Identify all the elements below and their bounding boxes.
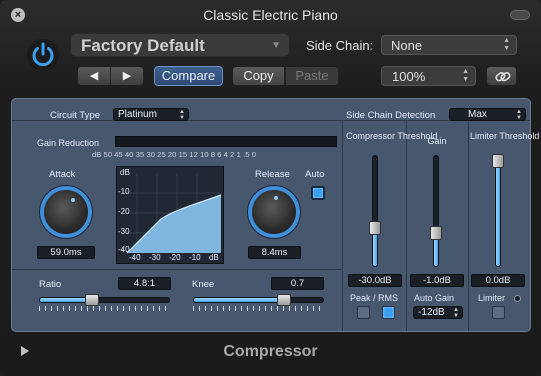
gain-reduction-label: Gain Reduction [37,138,100,148]
side-chain-value: None [391,38,423,53]
graph-x-tick: -30 [149,253,161,262]
auto-release-toggle[interactable] [311,186,325,200]
release-value[interactable]: 8.4ms [248,246,301,259]
release-knob[interactable] [252,190,296,234]
gain-value[interactable]: -1.0dB [410,274,464,287]
paste-button[interactable]: Paste [285,66,339,86]
graph-y-tick: -40 [118,245,130,254]
limiter-toggle[interactable] [492,306,505,319]
peak-rms-label: Peak / RMS [350,293,399,303]
side-chain-detection-select[interactable]: Max ▲ ▼ [449,108,526,121]
knee-value[interactable]: 0.7 [271,277,324,290]
ratio-fill [40,298,92,302]
knee-ticks [193,306,324,311]
compressor-threshold-value[interactable]: -30.0dB [348,274,402,287]
ratio-thumb[interactable] [84,294,99,306]
preset-nav: ◀ ▶ [77,66,144,86]
ratio-ticks [39,306,170,311]
compression-curve-graph: dB -10 -20 -30 -40 -40 -30 -20 -10 dB [116,166,224,264]
graph-y-tick: -10 [118,187,130,196]
gain-reduction-meter [115,136,337,147]
limiter-label: Limiter [478,293,506,303]
up-down-icon: ▲ ▼ [503,37,510,52]
auto-gain-value: -12dB [418,307,445,318]
link-icon [495,72,511,82]
attack-label: Attack [49,169,76,180]
up-down-icon: ▲ ▼ [462,68,469,83]
graph-y-tick: -20 [118,207,130,216]
graph-x-tick: dB [209,253,219,262]
compressor-threshold-label: Compressor Threshold [346,131,438,141]
divider [12,269,342,270]
plugin-name: Compressor [223,343,318,360]
gain-reduction-scale: dB 50 45 40 35 30 25 20 15 12 10 8 6 4 2… [92,150,257,159]
compressor-threshold-thumb[interactable] [369,220,381,235]
circuit-type-value: Platinum [118,109,157,120]
ratio-label: Ratio [39,279,62,290]
next-preset-button[interactable]: ▶ [111,67,143,85]
attack-knob[interactable] [44,190,88,234]
previous-preset-button[interactable]: ◀ [78,67,111,85]
knee-slider[interactable] [193,294,324,306]
preset-name: Factory Default [81,36,205,55]
auto-gain-select[interactable]: -12dB ▲ ▼ [413,306,463,319]
peak-toggle[interactable] [357,306,370,319]
chevron-down-icon: ▼ [271,40,281,51]
side-chain-detection-label: Side Chain Detection [346,110,436,121]
zoom-select[interactable]: 100% ▲ ▼ [381,66,476,86]
window-control-pill[interactable] [510,10,530,20]
graph-x-tick: -20 [169,253,181,262]
knee-fill [194,298,285,302]
compressor-panel: Circuit Type Platinum ▲ ▼ Side Chain Dete… [11,98,540,332]
side-chain-label: Side Chain: [306,38,374,53]
gain-slider[interactable] [430,155,442,267]
circuit-type-select[interactable]: Platinum ▲ ▼ [113,108,189,121]
limiter-threshold-value[interactable]: 0.0dB [471,274,525,287]
circuit-type-label: Circuit Type [50,110,100,121]
ratio-value[interactable]: 4.8:1 [118,277,171,290]
auto-gain-label: Auto Gain [414,293,455,303]
gain-thumb[interactable] [430,226,442,240]
ratio-slider[interactable] [39,294,170,306]
up-down-icon: ▲ ▼ [179,109,185,121]
graph-x-tick: -10 [189,253,201,262]
plugin-window: × Classic Electric Piano Factory Default… [0,0,541,376]
graph-y-tick: dB [120,168,130,177]
attack-value[interactable]: 59.0ms [37,246,95,259]
limiter-indicator [514,295,521,302]
divider [468,121,469,331]
compare-button[interactable]: Compare [154,66,223,86]
gain-label: Gain [427,136,447,146]
window-title: Classic Electric Piano [203,7,338,23]
limiter-threshold-slider[interactable] [492,154,504,267]
divider [342,121,343,331]
divider [406,121,407,331]
knee-label: Knee [192,279,215,290]
auto-label: Auto [305,169,325,180]
zoom-value: 100% [392,69,426,84]
knee-thumb[interactable] [277,294,292,306]
rms-toggle[interactable] [382,306,395,319]
preset-menu[interactable]: Factory Default ▼ [70,33,290,57]
link-button[interactable] [486,66,517,86]
side-chain-detection-value: Max [468,109,487,120]
release-label: Release [255,169,290,180]
compression-curve [126,173,222,254]
graph-x-tick: -40 [129,253,141,262]
limiter-threshold-thumb[interactable] [492,154,504,168]
limiter-threshold-fill [496,158,500,266]
compressor-threshold-slider[interactable] [369,155,381,267]
side-chain-select[interactable]: None ▲ ▼ [381,35,517,55]
up-down-icon: ▲ ▼ [516,109,522,121]
limiter-threshold-label: Limiter Threshold [470,131,540,141]
graph-y-tick: -30 [118,227,130,236]
power-icon[interactable] [26,38,60,72]
copy-button[interactable]: Copy [232,66,285,86]
up-down-icon: ▲ ▼ [453,307,459,319]
